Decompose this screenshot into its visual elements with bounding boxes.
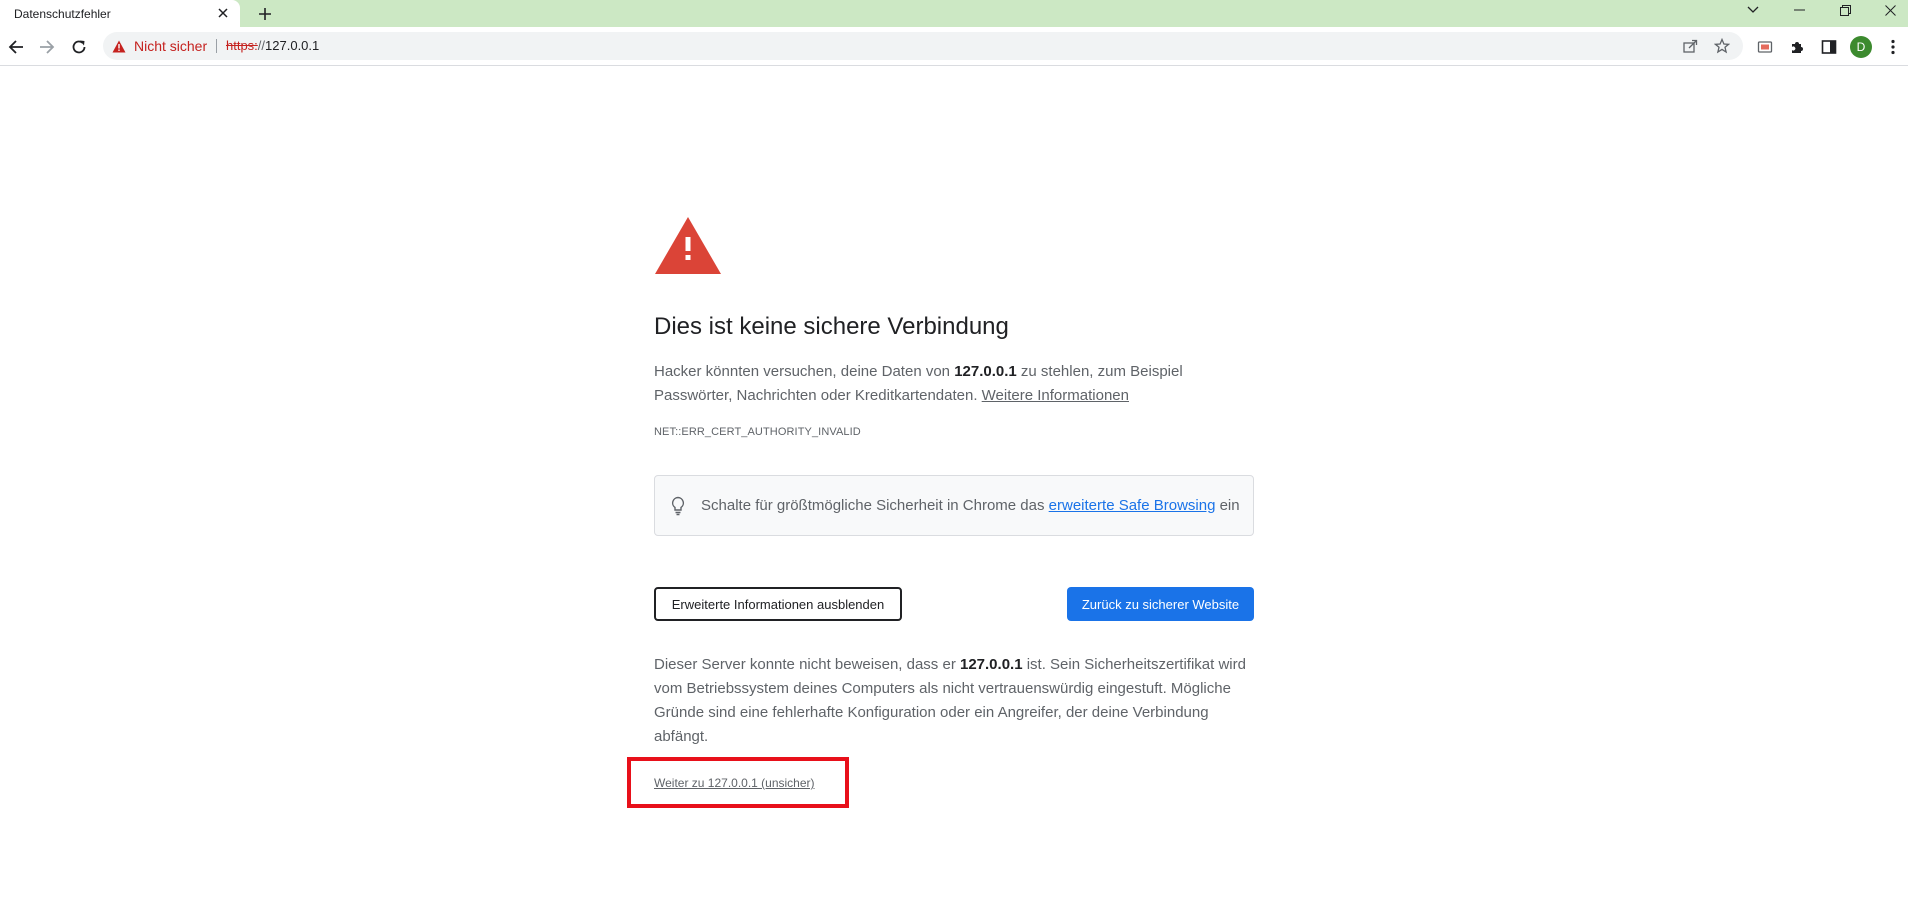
- browser-toolbar: Nicht sicher https://127.0.0.1 D: [0, 27, 1908, 66]
- tab-search-chevron-down-icon[interactable]: [1733, 0, 1773, 20]
- warning-triangle-icon: [112, 40, 126, 52]
- lightbulb-icon: [671, 496, 685, 515]
- proceed-unsafe-link[interactable]: Weiter zu 127.0.0.1 (unsicher): [654, 776, 815, 790]
- details-paragraph: Dieser Server konnte nicht beweisen, das…: [654, 653, 1254, 749]
- details-host: 127.0.0.1: [959, 656, 1023, 673]
- tab-title: Datenschutzfehler: [14, 6, 111, 21]
- share-icon[interactable]: [1680, 36, 1700, 56]
- omnibox-separator: [216, 39, 217, 53]
- url-scheme: https:: [226, 38, 258, 53]
- enhanced-safe-browsing-link[interactable]: erweiterte Safe Browsing: [1049, 497, 1216, 514]
- intro-text: Hacker könnten versuchen, deine Daten vo…: [654, 363, 955, 380]
- close-window-icon[interactable]: [1870, 0, 1908, 20]
- hide-advanced-button[interactable]: Erweiterte Informationen ausblenden: [654, 587, 902, 621]
- forward-arrow-icon[interactable]: [34, 34, 60, 60]
- url-host: 127.0.0.1: [265, 38, 320, 53]
- reload-icon[interactable]: [66, 34, 92, 60]
- warning-triangle-icon: [655, 217, 721, 274]
- tab-close-icon[interactable]: [214, 4, 232, 22]
- not-secure-label: Nicht sicher: [134, 38, 208, 54]
- safe-browsing-post: ein: [1215, 497, 1240, 514]
- omnibox[interactable]: Nicht sicher https://127.0.0.1: [103, 32, 1743, 60]
- page-title: Dies ist keine sichere Verbindung: [654, 313, 1009, 340]
- side-panel-icon[interactable]: [1818, 36, 1840, 58]
- cast-icon[interactable]: [1754, 36, 1776, 58]
- minimize-icon[interactable]: [1779, 0, 1819, 20]
- profile-avatar[interactable]: D: [1850, 36, 1872, 58]
- new-tab-plus-icon[interactable]: [254, 3, 276, 25]
- tab-active[interactable]: Datenschutzfehler: [0, 0, 240, 27]
- extensions-puzzle-icon[interactable]: [1786, 36, 1808, 58]
- restore-icon[interactable]: [1825, 0, 1865, 20]
- safe-browsing-pre: Schalte für größtmögliche Sicherheit in …: [701, 497, 1049, 514]
- safe-browsing-banner: Schalte für größtmögliche Sicherheit in …: [654, 475, 1254, 536]
- back-arrow-icon[interactable]: [3, 34, 29, 60]
- security-chip[interactable]: Nicht sicher: [112, 36, 207, 56]
- error-code: NET::ERR_CERT_AUTHORITY_INVALID: [654, 426, 861, 438]
- url-slashes: //: [257, 38, 266, 53]
- intro-host: 127.0.0.1: [954, 363, 1017, 380]
- intro-paragraph: Hacker könnten versuchen, deine Daten vo…: [654, 360, 1254, 408]
- safe-browsing-text: Schalte für größtmögliche Sicherheit in …: [701, 497, 1240, 514]
- back-to-safety-button[interactable]: Zurück zu sicherer Website: [1067, 587, 1254, 621]
- details-text: Dieser Server konnte nicht beweisen, das…: [654, 656, 960, 673]
- learn-more-link[interactable]: Weitere Informationen: [982, 387, 1129, 404]
- url-text[interactable]: https://127.0.0.1: [226, 38, 319, 53]
- tab-strip: Datenschutzfehler: [0, 0, 1908, 27]
- bookmark-star-icon[interactable]: [1712, 36, 1732, 56]
- more-vert-icon[interactable]: [1882, 36, 1904, 58]
